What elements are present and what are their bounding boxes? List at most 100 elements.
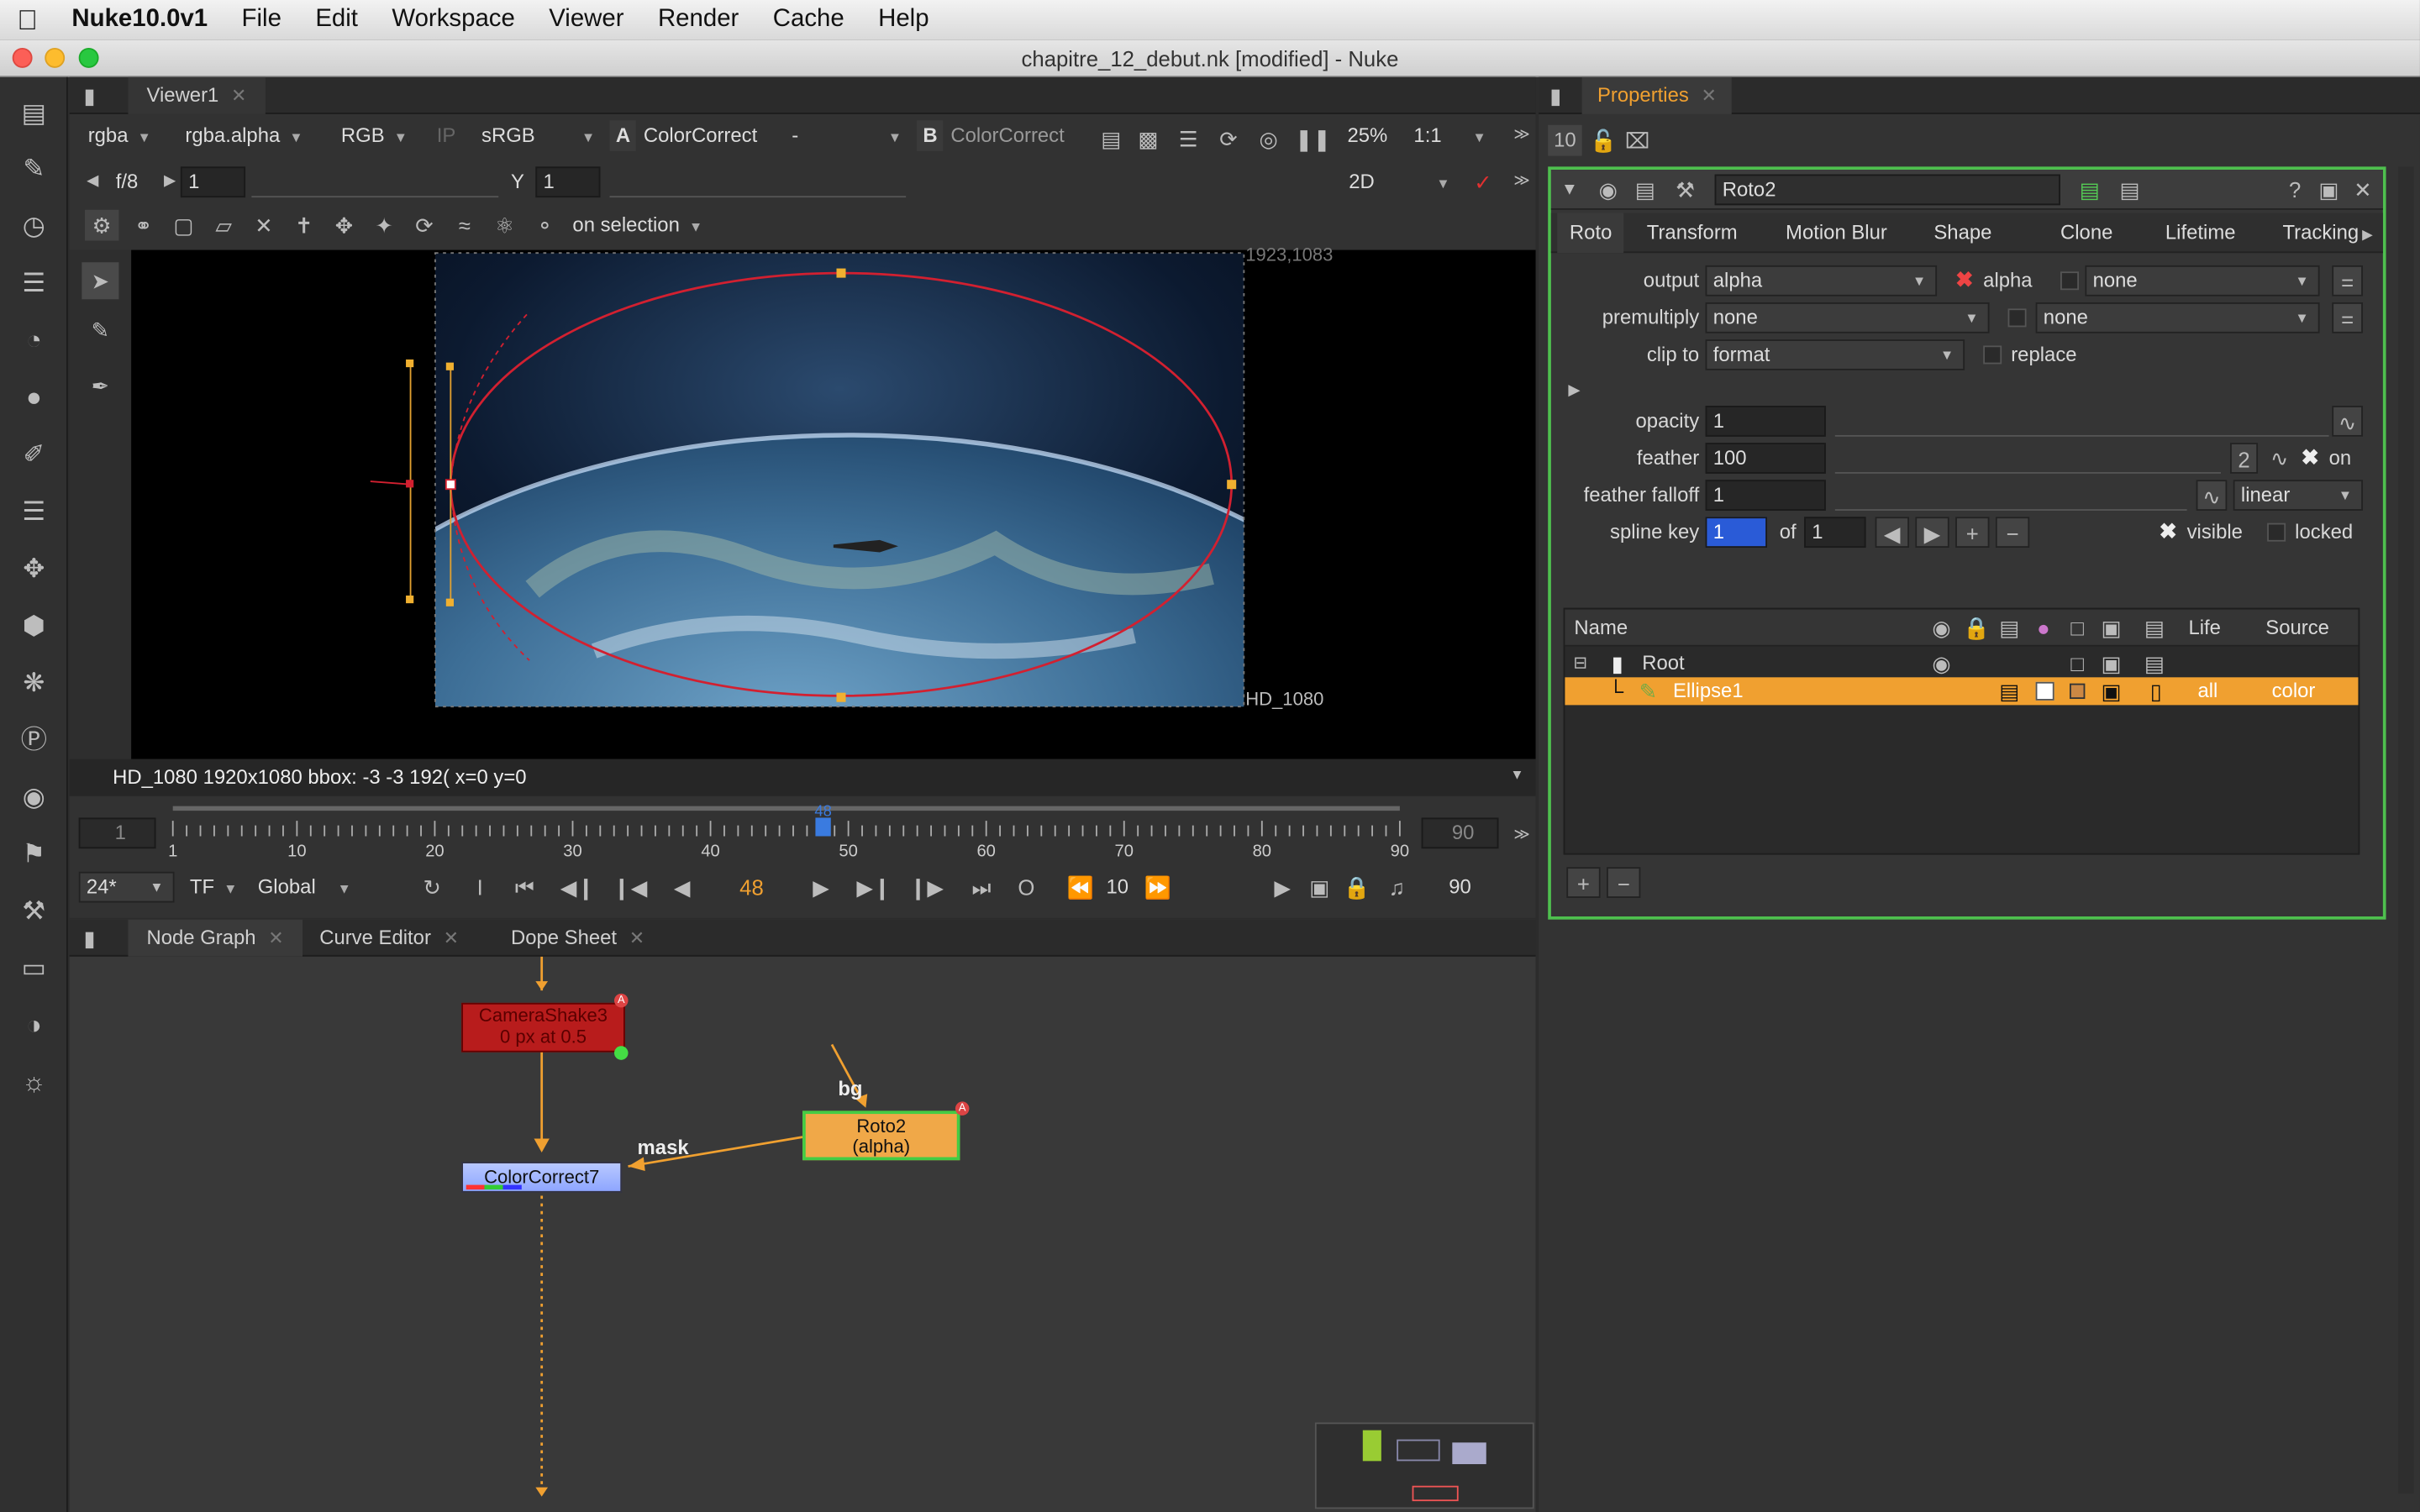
lut-dropdown[interactable]: sRGB ▼ xyxy=(481,120,595,151)
collapse-root-icon[interactable]: ⊟ xyxy=(1571,648,1590,679)
node-color-2-icon[interactable]: ▤ xyxy=(2116,175,2144,206)
deep-tool-icon[interactable]: Ⓟ xyxy=(15,722,52,759)
menu-help[interactable]: Help xyxy=(861,6,946,34)
play-backward-icon[interactable]: ◀ xyxy=(666,872,699,903)
filter-tool-icon[interactable]: ● xyxy=(15,380,52,417)
tab-shape[interactable]: Shape xyxy=(1933,213,1991,253)
display-dropdown[interactable]: RGB ▼ xyxy=(341,120,408,151)
loop-icon[interactable]: ↻ xyxy=(415,872,449,903)
feather-curve-icon[interactable]: ∿ xyxy=(2264,443,2295,474)
wipe-icon[interactable]: ▤ xyxy=(1097,123,1125,155)
channels-dropdown[interactable]: rgba ▼ xyxy=(88,120,151,151)
properties-panel-menu-icon[interactable]: ▮ xyxy=(1545,81,1567,112)
next-key-icon[interactable]: ▶ xyxy=(1915,517,1949,549)
spline-total-field[interactable]: 1 xyxy=(1804,517,1866,549)
close-tab-icon[interactable]: ✕ xyxy=(268,927,283,949)
gamma-field[interactable]: 1 xyxy=(535,166,601,198)
feather-falloff-slider[interactable] xyxy=(1834,480,2187,511)
premult-checkbox[interactable] xyxy=(2007,308,2027,328)
viewport-canvas[interactable] xyxy=(131,250,1535,759)
add-key-icon[interactable]: ⚛ xyxy=(489,210,520,241)
in-frame-field[interactable]: 1 xyxy=(78,817,156,849)
ip-button[interactable]: IP xyxy=(437,120,456,151)
pause-icon[interactable]: ❚❚ xyxy=(1295,123,1331,155)
falloff-type-dropdown[interactable]: linear ▼ xyxy=(2233,480,2363,511)
tree-row-ellipse[interactable]: └ ✎ Ellipse1 ▤ ▣ ▯ all color xyxy=(1565,675,2359,706)
add-point-icon[interactable]: ✥ xyxy=(329,210,360,241)
tab-motion-blur[interactable]: Motion Blur xyxy=(1786,213,1887,253)
tab-roto[interactable]: Roto xyxy=(1557,213,1625,254)
transform-point-icon[interactable]: ✦ xyxy=(369,210,400,241)
next-frame-icon[interactable]: ▶❙ xyxy=(856,872,891,903)
fstop-down-icon[interactable]: ◀ xyxy=(82,166,103,197)
ellipse-invert-icon[interactable]: ▤ xyxy=(1997,675,2022,706)
close-tab-icon[interactable]: ✕ xyxy=(444,927,459,949)
prev-keyframe-icon[interactable]: ◀❙ xyxy=(560,872,595,903)
spline-key-field[interactable]: 1 xyxy=(1705,517,1768,549)
particles-tool-icon[interactable]: ❋ xyxy=(15,665,52,702)
smooth-icon[interactable]: ▱ xyxy=(208,210,239,241)
remove-layer-button[interactable]: − xyxy=(1607,867,1641,898)
output-second-dropdown[interactable]: none ▼ xyxy=(2085,265,2320,297)
node-roto[interactable]: Roto2 (alpha) xyxy=(802,1110,960,1161)
apple-icon[interactable]:  xyxy=(0,4,55,37)
tab-dope-sheet[interactable]: Dope Sheet ✕ xyxy=(511,920,644,957)
view-mode-dropdown[interactable]: 2D ▼ xyxy=(1349,166,1449,197)
delete-point-icon[interactable]: ✝ xyxy=(288,210,319,241)
clear-panels-icon[interactable]: ⌧ xyxy=(1622,125,1653,156)
undock-icon[interactable]: ▤ xyxy=(1631,175,1659,206)
lock-panels-icon[interactable]: 🔓 xyxy=(1588,125,1619,156)
3d-tool-icon[interactable]: ⬢ xyxy=(15,608,52,645)
node-color-icon[interactable]: ▤ xyxy=(2075,175,2103,206)
tab-properties[interactable]: Properties ✕ xyxy=(1581,76,1733,114)
feather-anim-count[interactable]: 2 xyxy=(2230,443,2259,474)
timeline-expand-icon[interactable]: ≫ xyxy=(1511,821,1533,852)
panel-menu-icon[interactable]: ▮ xyxy=(79,81,101,112)
input-b-dropdown[interactable]: ColorCorrect xyxy=(950,120,1064,151)
output-dropdown[interactable]: alpha ▼ xyxy=(1705,265,1938,297)
fps-dropdown[interactable]: 24* ▼ xyxy=(78,871,175,903)
set-out-icon[interactable]: O xyxy=(1011,872,1042,903)
tabs-scroll-icon[interactable]: ▶ xyxy=(2357,219,2379,250)
feather-icon[interactable]: ≈ xyxy=(449,210,480,241)
roto-settings-icon[interactable]: ⚙ xyxy=(85,209,119,241)
opacity-slider[interactable] xyxy=(1834,406,2329,437)
fstop-up-icon[interactable]: ▶ xyxy=(159,166,181,197)
tab-lifetime[interactable]: Lifetime xyxy=(2165,213,2236,253)
collapse-panel-icon[interactable]: ▼ xyxy=(1557,175,1581,206)
node-name-field[interactable]: Roto2 xyxy=(1714,174,2060,206)
close-panel-icon[interactable]: ✕ xyxy=(2350,175,2375,206)
menu-viewer[interactable]: Viewer xyxy=(532,6,641,34)
gamma-slider[interactable] xyxy=(609,166,907,198)
current-frame[interactable]: 48 xyxy=(723,872,779,903)
furnace-tool-icon[interactable]: ◑ xyxy=(15,1007,52,1044)
list-icon[interactable]: ☰ xyxy=(1175,123,1202,155)
premultiply-dropdown[interactable]: none ▼ xyxy=(1705,302,1990,333)
flipbook-icon[interactable]: ▶ xyxy=(1267,872,1298,903)
play-forward-icon[interactable]: ▶ xyxy=(804,872,838,903)
frame-increment[interactable]: 10 xyxy=(1101,872,1134,903)
views-tool-icon[interactable]: ◉ xyxy=(15,780,52,816)
locked-checkbox[interactable] xyxy=(2267,522,2286,542)
timeline-ruler[interactable]: 1 10 20 30 40 50 60 70 80 90 48 xyxy=(166,799,1416,864)
feather-falloff-field[interactable]: 1 xyxy=(1705,480,1826,511)
add-key-icon[interactable]: + xyxy=(1955,517,1990,549)
plugins-tool-icon[interactable]: ☼ xyxy=(15,1064,52,1101)
merge-tool-icon[interactable]: ☰ xyxy=(15,494,52,531)
tab-transform[interactable]: Transform xyxy=(1647,213,1738,253)
wrench-icon[interactable]: ⚒ xyxy=(1671,175,1699,206)
link-icon[interactable]: ⚭ xyxy=(128,210,159,241)
tree-row-root[interactable]: ⊟ ▮ Root ◉ □ ▣ ▤ xyxy=(1565,649,2358,677)
expand-toolbar-icon[interactable]: ≫ xyxy=(1511,120,1533,151)
overlay-icon[interactable]: ▩ xyxy=(1134,123,1162,155)
minimize-window-button[interactable] xyxy=(45,47,66,68)
lock-points-icon[interactable]: ▢ xyxy=(168,210,199,241)
tab-curve-editor[interactable]: Curve Editor ✕ xyxy=(319,920,459,957)
zoom-window-button[interactable] xyxy=(78,47,99,68)
tab-node-graph[interactable]: Node Graph ✕ xyxy=(128,919,302,957)
record-icon[interactable]: ▣ xyxy=(1304,872,1335,903)
tf-dropdown[interactable]: TF ▼ xyxy=(190,872,238,903)
close-tab-icon[interactable]: ✕ xyxy=(629,927,644,949)
audio-icon[interactable]: ♫ xyxy=(1381,872,1413,903)
link-premult-icon[interactable]: = xyxy=(2332,302,2363,333)
